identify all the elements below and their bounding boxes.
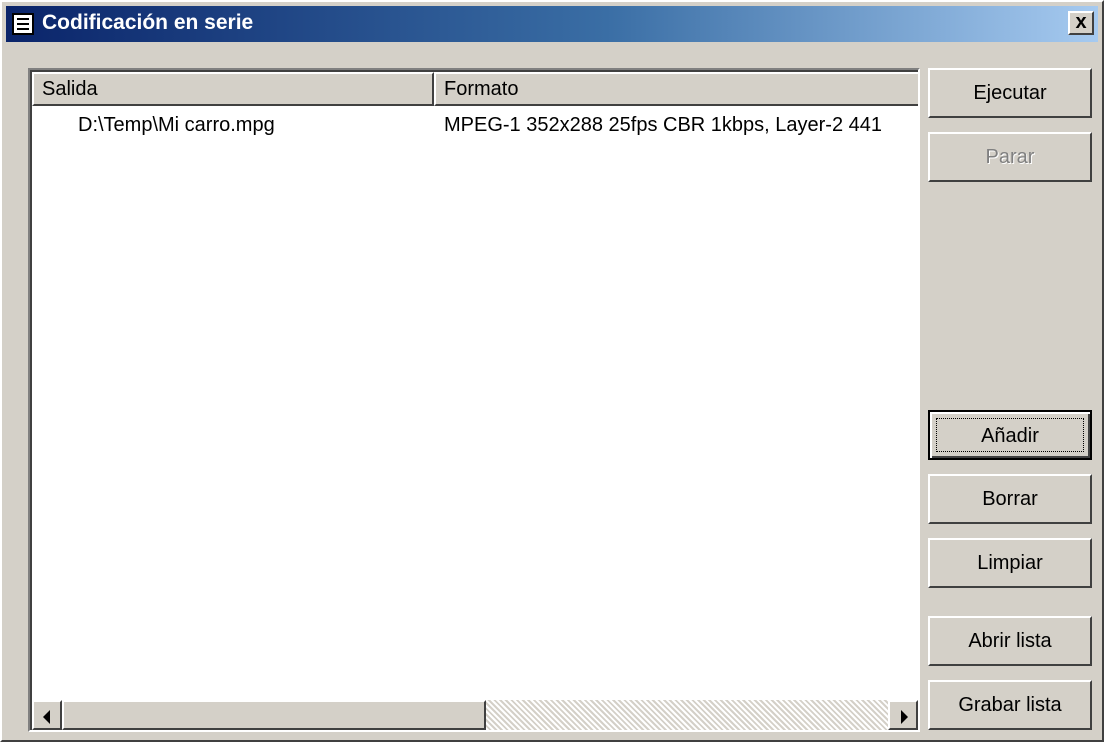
horizontal-scrollbar[interactable] — [32, 700, 918, 730]
arrow-right-icon — [901, 710, 908, 724]
cell-salida: D:\Temp\Mi carro.mpg — [78, 114, 275, 136]
column-header-formato[interactable]: Formato — [434, 72, 918, 106]
parar-button[interactable]: Parar — [928, 132, 1092, 182]
window-menu-icon[interactable] — [12, 13, 34, 35]
batch-encode-window: Codificación en serie x Salida Formato D… — [0, 0, 1104, 742]
cell-formato: MPEG-1 352x288 25fps CBR 1kbps, Layer-2 … — [444, 114, 883, 136]
anadir-button[interactable]: Añadir — [928, 410, 1092, 460]
ejecutar-button[interactable]: Ejecutar — [928, 68, 1092, 118]
scroll-right-button[interactable] — [888, 700, 918, 730]
close-icon: x — [1075, 11, 1087, 33]
arrow-left-icon — [43, 710, 50, 724]
list-item[interactable]: D:\Temp\Mi carro.mpg MPEG-1 352x288 25fp… — [32, 108, 918, 142]
borrar-button[interactable]: Borrar — [928, 474, 1092, 524]
list-header: Salida Formato — [32, 72, 918, 106]
scroll-thumb[interactable] — [62, 700, 486, 730]
title-bar[interactable]: Codificación en serie x — [6, 6, 1098, 42]
anadir-label: Añadir — [936, 418, 1084, 452]
abrir-lista-button[interactable]: Abrir lista — [928, 616, 1092, 666]
close-button[interactable]: x — [1068, 11, 1094, 35]
output-list[interactable]: Salida Formato D:\Temp\Mi carro.mpg MPEG… — [28, 68, 920, 732]
scroll-left-button[interactable] — [32, 700, 62, 730]
window-title: Codificación en serie — [42, 11, 254, 34]
column-header-salida[interactable]: Salida — [32, 72, 434, 106]
grabar-lista-button[interactable]: Grabar lista — [928, 680, 1092, 730]
limpiar-button[interactable]: Limpiar — [928, 538, 1092, 588]
